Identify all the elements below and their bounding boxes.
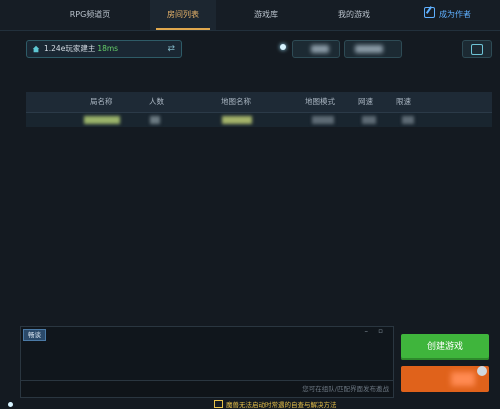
filter-control-2[interactable] <box>344 40 402 58</box>
create-game-button[interactable]: 创建游戏 <box>401 334 489 360</box>
status-dot-bottom <box>8 402 13 407</box>
edit-icon <box>424 7 435 18</box>
col-map-name[interactable]: 地图名称 <box>221 92 251 112</box>
switch-server-icon[interactable]: ⇄ <box>167 41 175 57</box>
window-icon <box>471 44 483 55</box>
server-selector[interactable]: 1.24e玩家建主 18ms ⇄ <box>26 40 182 58</box>
table-row[interactable] <box>26 113 492 127</box>
become-author-link[interactable]: 成为作者 <box>424 0 471 30</box>
server-name: 1.24e玩家建主 18ms <box>44 44 119 53</box>
chat-input[interactable]: 您可在组队/匹配界面发布邀战 <box>21 380 393 397</box>
tab-rpg-channel[interactable]: RPG频道页 <box>42 0 138 30</box>
table-header: 局名称 人数 地图名称 地图模式 网速 限速 <box>26 92 492 113</box>
badge-icon <box>477 366 487 376</box>
chat-panel: 畅谈 – ▫ 您可在组队/匹配界面发布邀战 <box>20 326 394 398</box>
col-players[interactable]: 人数 <box>149 92 164 112</box>
tab-room-list[interactable]: 房间列表 <box>150 0 216 30</box>
top-navigation: RPG频道页 房间列表 游戏库 我的游戏 成为作者 <box>0 0 500 31</box>
col-net-speed[interactable]: 网速 <box>358 92 373 112</box>
col-room-name[interactable]: 局名称 <box>90 92 113 112</box>
tab-my-games[interactable]: 我的游戏 <box>316 0 392 30</box>
speaker-icon <box>214 400 223 408</box>
help-notice[interactable]: 魔兽无法启动时常遇的自查与解决方法 <box>214 399 337 409</box>
chat-window-controls[interactable]: – ▫ <box>365 327 387 335</box>
promo-button[interactable] <box>401 366 489 392</box>
col-map-mode[interactable]: 地图模式 <box>305 92 335 112</box>
home-icon <box>32 45 40 53</box>
tab-game-library[interactable]: 游戏库 <box>230 0 302 30</box>
chat-tab[interactable]: 畅谈 <box>23 329 46 341</box>
chat-input-placeholder: 您可在组队/匹配界面发布邀战 <box>302 385 389 393</box>
room-table: 局名称 人数 地图名称 地图模式 网速 限速 <box>26 92 492 128</box>
ping-value: 18ms <box>97 44 119 53</box>
col-speed-limit[interactable]: 限速 <box>396 92 411 112</box>
status-dot <box>280 44 286 50</box>
filter-control-1[interactable] <box>292 40 340 58</box>
settings-control[interactable] <box>462 40 492 58</box>
